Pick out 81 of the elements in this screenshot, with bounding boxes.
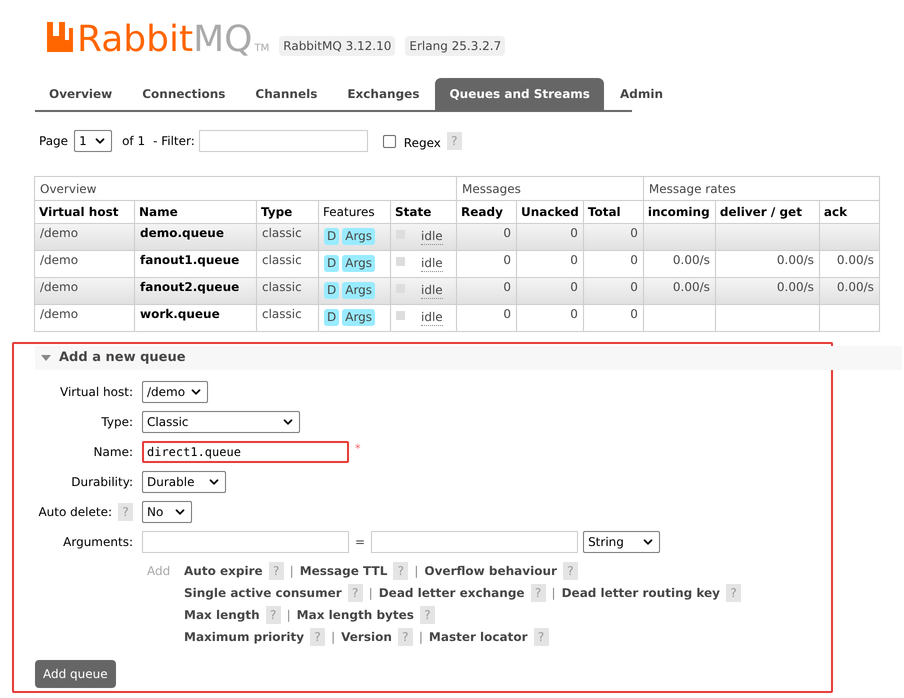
state-text: idle [421, 282, 443, 299]
argument-shortcut-link[interactable]: Max length bytes [296, 606, 414, 624]
add-argument-label: Add [147, 563, 172, 580]
logo-text: Rabbit [77, 22, 194, 58]
nav-tab[interactable]: Overview [35, 78, 126, 110]
table-cell [819, 304, 880, 332]
name-input[interactable]: direct1.queue [142, 441, 349, 463]
nav-tab[interactable]: Admin [606, 78, 677, 110]
column-group-header: Message rates [643, 176, 880, 200]
argument-shortcut-link[interactable]: Message TTL [300, 562, 388, 580]
table-cell: 0 [583, 304, 644, 332]
table-cell: /demo [34, 304, 134, 332]
argument-key-input[interactable] [142, 531, 349, 553]
nav-tab[interactable]: Queues and Streams [435, 78, 604, 110]
state-indicator-icon [396, 257, 405, 266]
separator-text: | [418, 629, 423, 646]
field-label: Auto delete: [38, 504, 112, 521]
column-group-header: Overview [34, 176, 456, 200]
filter-label: - Filter: [153, 133, 195, 150]
feature-badge: D [324, 282, 340, 299]
feature-badge: Args [342, 309, 376, 326]
argument-shortcut-link[interactable]: Maximum priority [184, 628, 304, 646]
add-queue-button[interactable]: Add queue [35, 660, 116, 688]
argument-shortcut-link[interactable]: Overflow behaviour [424, 562, 557, 580]
select-field[interactable]: String [583, 531, 660, 553]
table-cell: classic [256, 304, 318, 332]
trademark-text: TM [254, 42, 270, 56]
version-label: RabbitMQ 3.12.10 [279, 36, 396, 56]
regex-label: Regex [404, 135, 441, 152]
field-label: Name: [94, 444, 133, 461]
select-field[interactable]: /demo [142, 381, 208, 403]
nav-tab[interactable]: Exchanges [333, 78, 434, 110]
nav-tab[interactable]: Connections [128, 78, 240, 110]
filter-input[interactable] [198, 130, 368, 152]
feature-badge: Args [342, 255, 376, 272]
nav-tab[interactable]: Channels [241, 78, 332, 110]
feature-badge: D [324, 228, 340, 245]
feature-badge: Args [342, 282, 376, 299]
feature-badge: Args [342, 228, 376, 245]
field-label: Durability: [71, 474, 133, 491]
select-field[interactable]: Durable [142, 471, 226, 493]
field-label: Type: [101, 414, 133, 431]
separator-text: | [414, 563, 418, 580]
regex-checkbox[interactable] [382, 134, 396, 148]
queue-name-link[interactable]: work.queue [134, 304, 256, 332]
argument-shortcut-link[interactable]: Auto expire [184, 562, 263, 580]
select-field[interactable]: 1 [74, 130, 112, 152]
version-label: Erlang 25.3.2.7 [405, 36, 506, 56]
argument-shortcut-link[interactable]: Master locator [428, 628, 528, 646]
section-header[interactable]: Add a new queue [35, 346, 902, 370]
argument-value-input[interactable] [371, 531, 578, 553]
select-field[interactable]: No [142, 501, 192, 523]
required-mark: * [355, 441, 360, 457]
state-text: idle [421, 255, 443, 272]
separator-text: | [552, 585, 556, 602]
section-title: Add a new queue [59, 349, 186, 368]
argument-shortcut-link[interactable]: Max length [184, 606, 260, 624]
column-group-header: Messages [456, 176, 644, 200]
state-indicator-icon [396, 311, 405, 320]
separator-text: | [368, 585, 373, 602]
feature-badge: D [324, 255, 340, 272]
select-field[interactable]: Classic [142, 411, 300, 433]
argument-shortcut-link[interactable]: Single active consumer [184, 584, 342, 602]
argument-shortcut-link[interactable]: Dead letter routing key [562, 584, 720, 602]
feature-badge: D [324, 309, 340, 326]
equals-sign: = [355, 534, 366, 551]
page-count-text: of 1 [122, 133, 146, 150]
separator-text: | [331, 629, 336, 646]
logo-text: MQ [193, 22, 253, 58]
rabbit-logo-icon [45, 22, 75, 52]
page-label: Page [39, 133, 68, 150]
field-label: Arguments: [63, 534, 133, 551]
separator-text: | [286, 607, 291, 624]
argument-shortcut-link[interactable]: Dead letter exchange [378, 584, 525, 602]
state-text: idle [421, 228, 443, 245]
table-cell: 0 [456, 304, 516, 332]
separator-text: | [290, 563, 294, 580]
argument-shortcut-link[interactable]: Version [341, 628, 392, 646]
field-label: Virtual host: [60, 384, 133, 401]
table-cell: 0 [516, 304, 584, 332]
state-text: idle [421, 309, 443, 326]
